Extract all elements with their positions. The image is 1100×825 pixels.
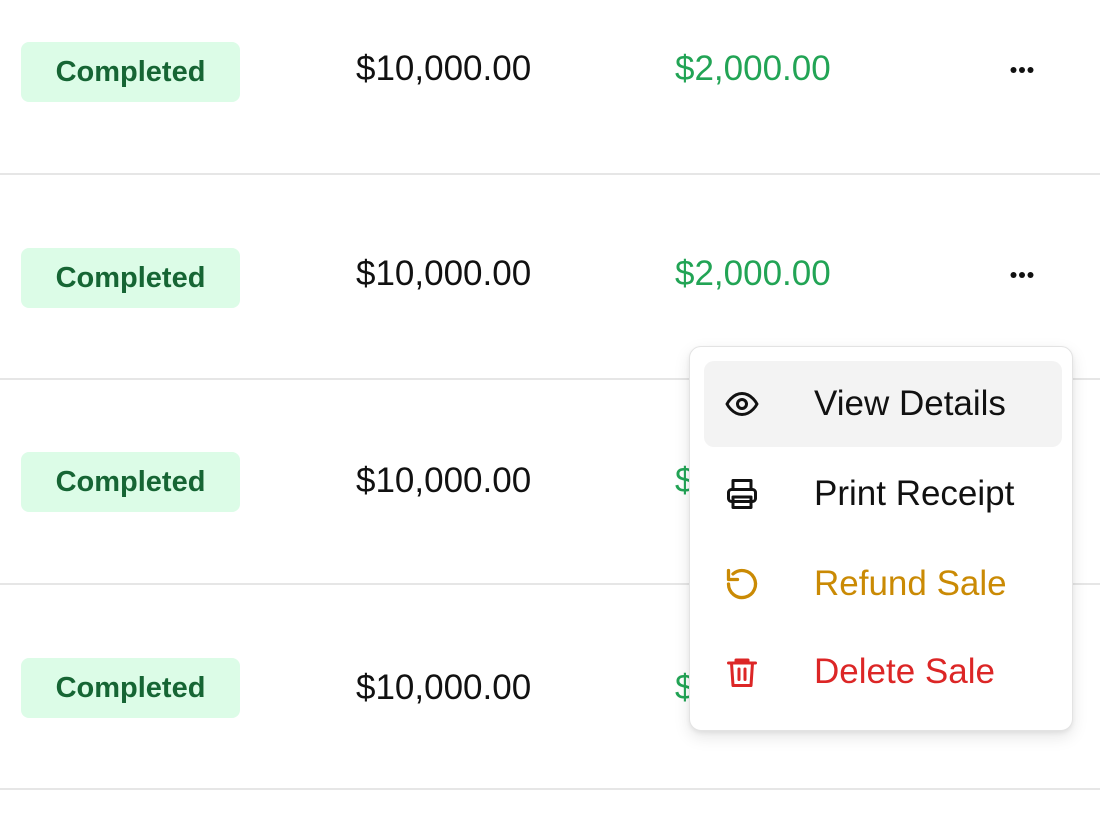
paid-amount: $2,000.00 xyxy=(675,254,831,293)
total-amount: $10,000.00 xyxy=(356,461,532,500)
menu-item-print-receipt[interactable]: Print Receipt xyxy=(704,451,1062,537)
row-actions-button[interactable] xyxy=(996,255,1048,295)
status-badge: Completed xyxy=(21,248,240,308)
row-actions-button[interactable] xyxy=(996,50,1048,90)
menu-item-view-details[interactable]: View Details xyxy=(704,361,1062,447)
paid-amount: $2,000.00 xyxy=(675,49,831,88)
eye-icon xyxy=(724,386,776,422)
total-amount: $10,000.00 xyxy=(356,49,532,88)
printer-icon xyxy=(724,476,776,512)
status-badge: Completed xyxy=(21,658,240,718)
menu-item-delete-sale[interactable]: Delete Sale xyxy=(704,629,1062,715)
refund-icon xyxy=(724,566,776,602)
more-horizontal-icon xyxy=(1010,67,1034,73)
total-amount: $10,000.00 xyxy=(356,668,532,707)
menu-item-label: Refund Sale xyxy=(814,564,1007,603)
more-horizontal-icon xyxy=(1010,272,1034,278)
menu-item-refund-sale[interactable]: Refund Sale xyxy=(704,541,1062,627)
menu-item-label: Delete Sale xyxy=(814,652,995,691)
row-actions-menu: View Details Print Receipt Refund Sale D… xyxy=(689,346,1073,731)
total-amount: $10,000.00 xyxy=(356,254,532,293)
trash-icon xyxy=(724,654,776,690)
status-badge: Completed xyxy=(21,42,240,102)
menu-item-label: View Details xyxy=(814,384,1006,423)
table-row: Completed $10,000.00 $2,000.00 xyxy=(0,0,1100,175)
sales-table: Completed $10,000.00 $2,000.00 Completed… xyxy=(0,0,1100,825)
menu-item-label: Print Receipt xyxy=(814,474,1015,513)
status-badge: Completed xyxy=(21,452,240,512)
